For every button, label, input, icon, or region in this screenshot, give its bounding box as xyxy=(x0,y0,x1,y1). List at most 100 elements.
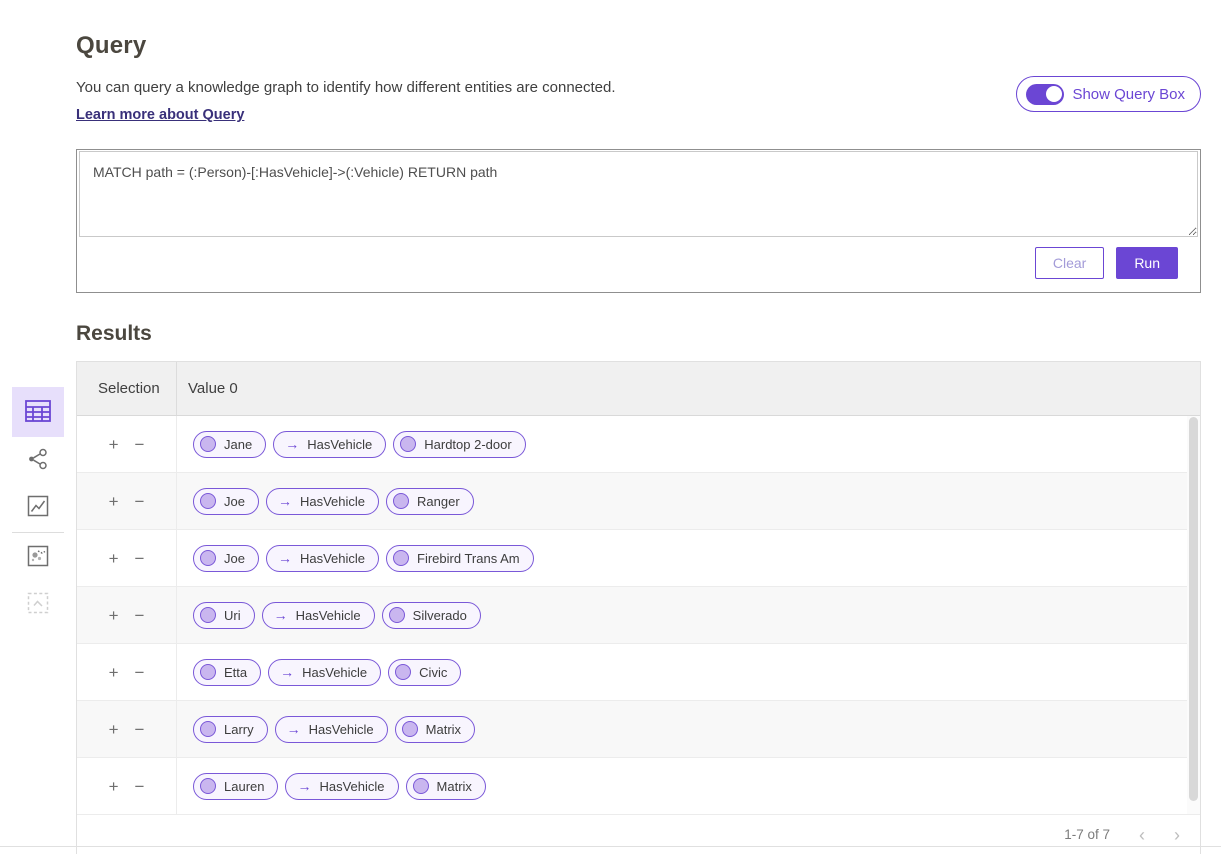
edge-chip[interactable]: → HasVehicle xyxy=(275,716,388,743)
arrow-right-icon: → xyxy=(285,436,299,452)
target-node-chip[interactable]: Ranger xyxy=(386,488,474,515)
column-header-value0: Value 0 xyxy=(177,362,238,415)
row-remove-button[interactable]: − xyxy=(133,491,147,512)
target-node-chip[interactable]: Silverado xyxy=(382,602,481,629)
source-node-chip[interactable]: Etta xyxy=(193,659,261,686)
view-switcher xyxy=(12,387,64,628)
table-row: + − Lauren → HasVehicle Matrix xyxy=(77,758,1200,815)
map-icon xyxy=(26,544,50,571)
value-cell: Lauren → HasVehicle Matrix xyxy=(177,758,486,814)
query-actions: Clear Run xyxy=(77,237,1200,292)
clear-button[interactable]: Clear xyxy=(1035,247,1104,279)
target-node-chip[interactable]: Firebird Trans Am xyxy=(386,545,534,572)
target-node-chip[interactable]: Matrix xyxy=(406,773,486,800)
edge-chip[interactable]: → HasVehicle xyxy=(262,602,375,629)
row-remove-button[interactable]: − xyxy=(133,434,147,455)
page-title: Query xyxy=(76,32,1201,60)
target-node-label: Silverado xyxy=(413,608,467,623)
arrow-right-icon: → xyxy=(287,721,301,737)
node-icon xyxy=(400,436,416,452)
value-cell: Joe → HasVehicle Firebird Trans Am xyxy=(177,530,534,586)
prev-page-button[interactable]: ‹ xyxy=(1139,826,1145,844)
selection-cell: + − xyxy=(77,701,177,757)
source-node-chip[interactable]: Jane xyxy=(193,431,266,458)
target-node-label: Matrix xyxy=(426,722,461,737)
edge-label: HasVehicle xyxy=(319,779,384,794)
node-icon xyxy=(395,664,411,680)
page-bottom-divider xyxy=(0,846,1221,847)
row-add-button[interactable]: + xyxy=(107,662,121,683)
row-remove-button[interactable]: − xyxy=(133,719,147,740)
run-button[interactable]: Run xyxy=(1116,247,1178,279)
scrollbar-thumb[interactable] xyxy=(1189,417,1198,801)
node-icon xyxy=(200,664,216,680)
source-node-chip[interactable]: Joe xyxy=(193,488,259,515)
source-node-chip[interactable]: Lauren xyxy=(193,773,278,800)
node-icon xyxy=(389,607,405,623)
table-row: + − Larry → HasVehicle Matrix xyxy=(77,701,1200,758)
target-node-chip[interactable]: Civic xyxy=(388,659,461,686)
source-node-label: Larry xyxy=(224,722,254,737)
node-icon xyxy=(200,550,216,566)
results-table: Selection Value 0 + − Jane → HasVehicle … xyxy=(76,361,1201,854)
row-remove-button[interactable]: − xyxy=(133,605,147,626)
table-header: Selection Value 0 xyxy=(77,362,1200,416)
table-row: + − Etta → HasVehicle Civic xyxy=(77,644,1200,701)
row-remove-button[interactable]: − xyxy=(133,548,147,569)
arrow-right-icon: → xyxy=(278,493,292,509)
tab-chart-view[interactable] xyxy=(12,484,64,531)
node-icon xyxy=(200,721,216,737)
edge-label: HasVehicle xyxy=(296,608,361,623)
value-cell: Joe → HasVehicle Ranger xyxy=(177,473,474,529)
tab-table-view[interactable] xyxy=(12,387,64,437)
source-node-label: Joe xyxy=(224,494,245,509)
results-title: Results xyxy=(76,322,1201,346)
value-cell: Uri → HasVehicle Silverado xyxy=(177,587,481,643)
selection-cell: + − xyxy=(77,644,177,700)
source-node-chip[interactable]: Joe xyxy=(193,545,259,572)
row-add-button[interactable]: + xyxy=(107,548,121,569)
row-add-button[interactable]: + xyxy=(107,605,121,626)
node-icon xyxy=(402,721,418,737)
value-cell: Jane → HasVehicle Hardtop 2-door xyxy=(177,416,526,472)
edge-label: HasVehicle xyxy=(307,437,372,452)
show-query-box-toggle[interactable]: Show Query Box xyxy=(1016,76,1201,112)
chart-icon xyxy=(26,494,50,521)
row-remove-button[interactable]: − xyxy=(133,662,147,683)
value-cell: Etta → HasVehicle Civic xyxy=(177,644,461,700)
row-add-button[interactable]: + xyxy=(107,434,121,455)
detail-icon xyxy=(26,591,50,618)
value-cell: Larry → HasVehicle Matrix xyxy=(177,701,475,757)
table-icon xyxy=(25,400,51,425)
target-node-label: Hardtop 2-door xyxy=(424,437,511,452)
source-node-label: Jane xyxy=(224,437,252,452)
toggle-on-icon[interactable] xyxy=(1026,84,1064,105)
tab-map-view[interactable] xyxy=(12,534,64,581)
row-add-button[interactable]: + xyxy=(107,491,121,512)
next-page-button[interactable]: › xyxy=(1174,826,1180,844)
table-scrollbar[interactable] xyxy=(1187,416,1200,814)
row-remove-button[interactable]: − xyxy=(133,776,147,797)
table-footer: 1-7 of 7 ‹ › xyxy=(77,815,1200,854)
edge-chip[interactable]: → HasVehicle xyxy=(268,659,381,686)
target-node-chip[interactable]: Hardtop 2-door xyxy=(393,431,525,458)
edge-label: HasVehicle xyxy=(309,722,374,737)
node-icon xyxy=(200,436,216,452)
tab-detail-view xyxy=(12,581,64,628)
source-node-chip[interactable]: Larry xyxy=(193,716,268,743)
query-page: Query You can query a knowledge graph to… xyxy=(0,0,1221,854)
tab-graph-view[interactable] xyxy=(12,437,64,484)
arrow-right-icon: → xyxy=(274,607,288,623)
selection-cell: + − xyxy=(77,416,177,472)
learn-more-link[interactable]: Learn more about Query xyxy=(76,107,244,123)
source-node-chip[interactable]: Uri xyxy=(193,602,255,629)
row-add-button[interactable]: + xyxy=(107,719,121,740)
edge-chip[interactable]: → HasVehicle xyxy=(266,545,379,572)
edge-chip[interactable]: → HasVehicle xyxy=(273,431,386,458)
query-box: MATCH path = (:Person)-[:HasVehicle]->(:… xyxy=(76,149,1201,293)
target-node-chip[interactable]: Matrix xyxy=(395,716,475,743)
edge-chip[interactable]: → HasVehicle xyxy=(266,488,379,515)
row-add-button[interactable]: + xyxy=(107,776,121,797)
edge-chip[interactable]: → HasVehicle xyxy=(285,773,398,800)
query-input[interactable]: MATCH path = (:Person)-[:HasVehicle]->(:… xyxy=(79,151,1198,237)
